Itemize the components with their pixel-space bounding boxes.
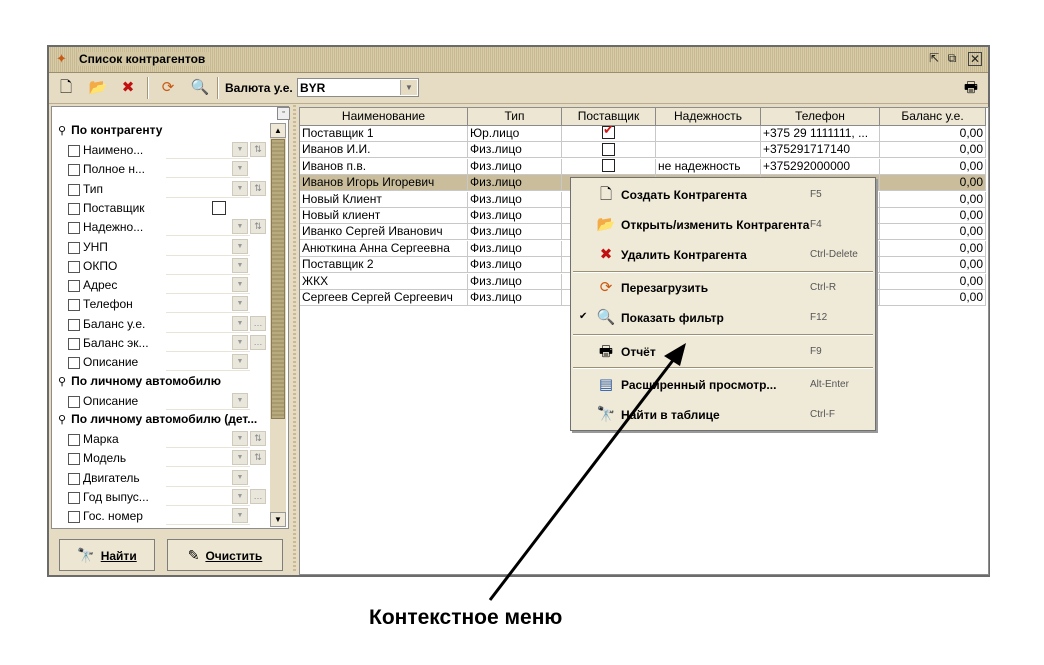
- annotation-arrow: [488, 343, 686, 601]
- annotation-label: Контекстное меню: [369, 606, 563, 629]
